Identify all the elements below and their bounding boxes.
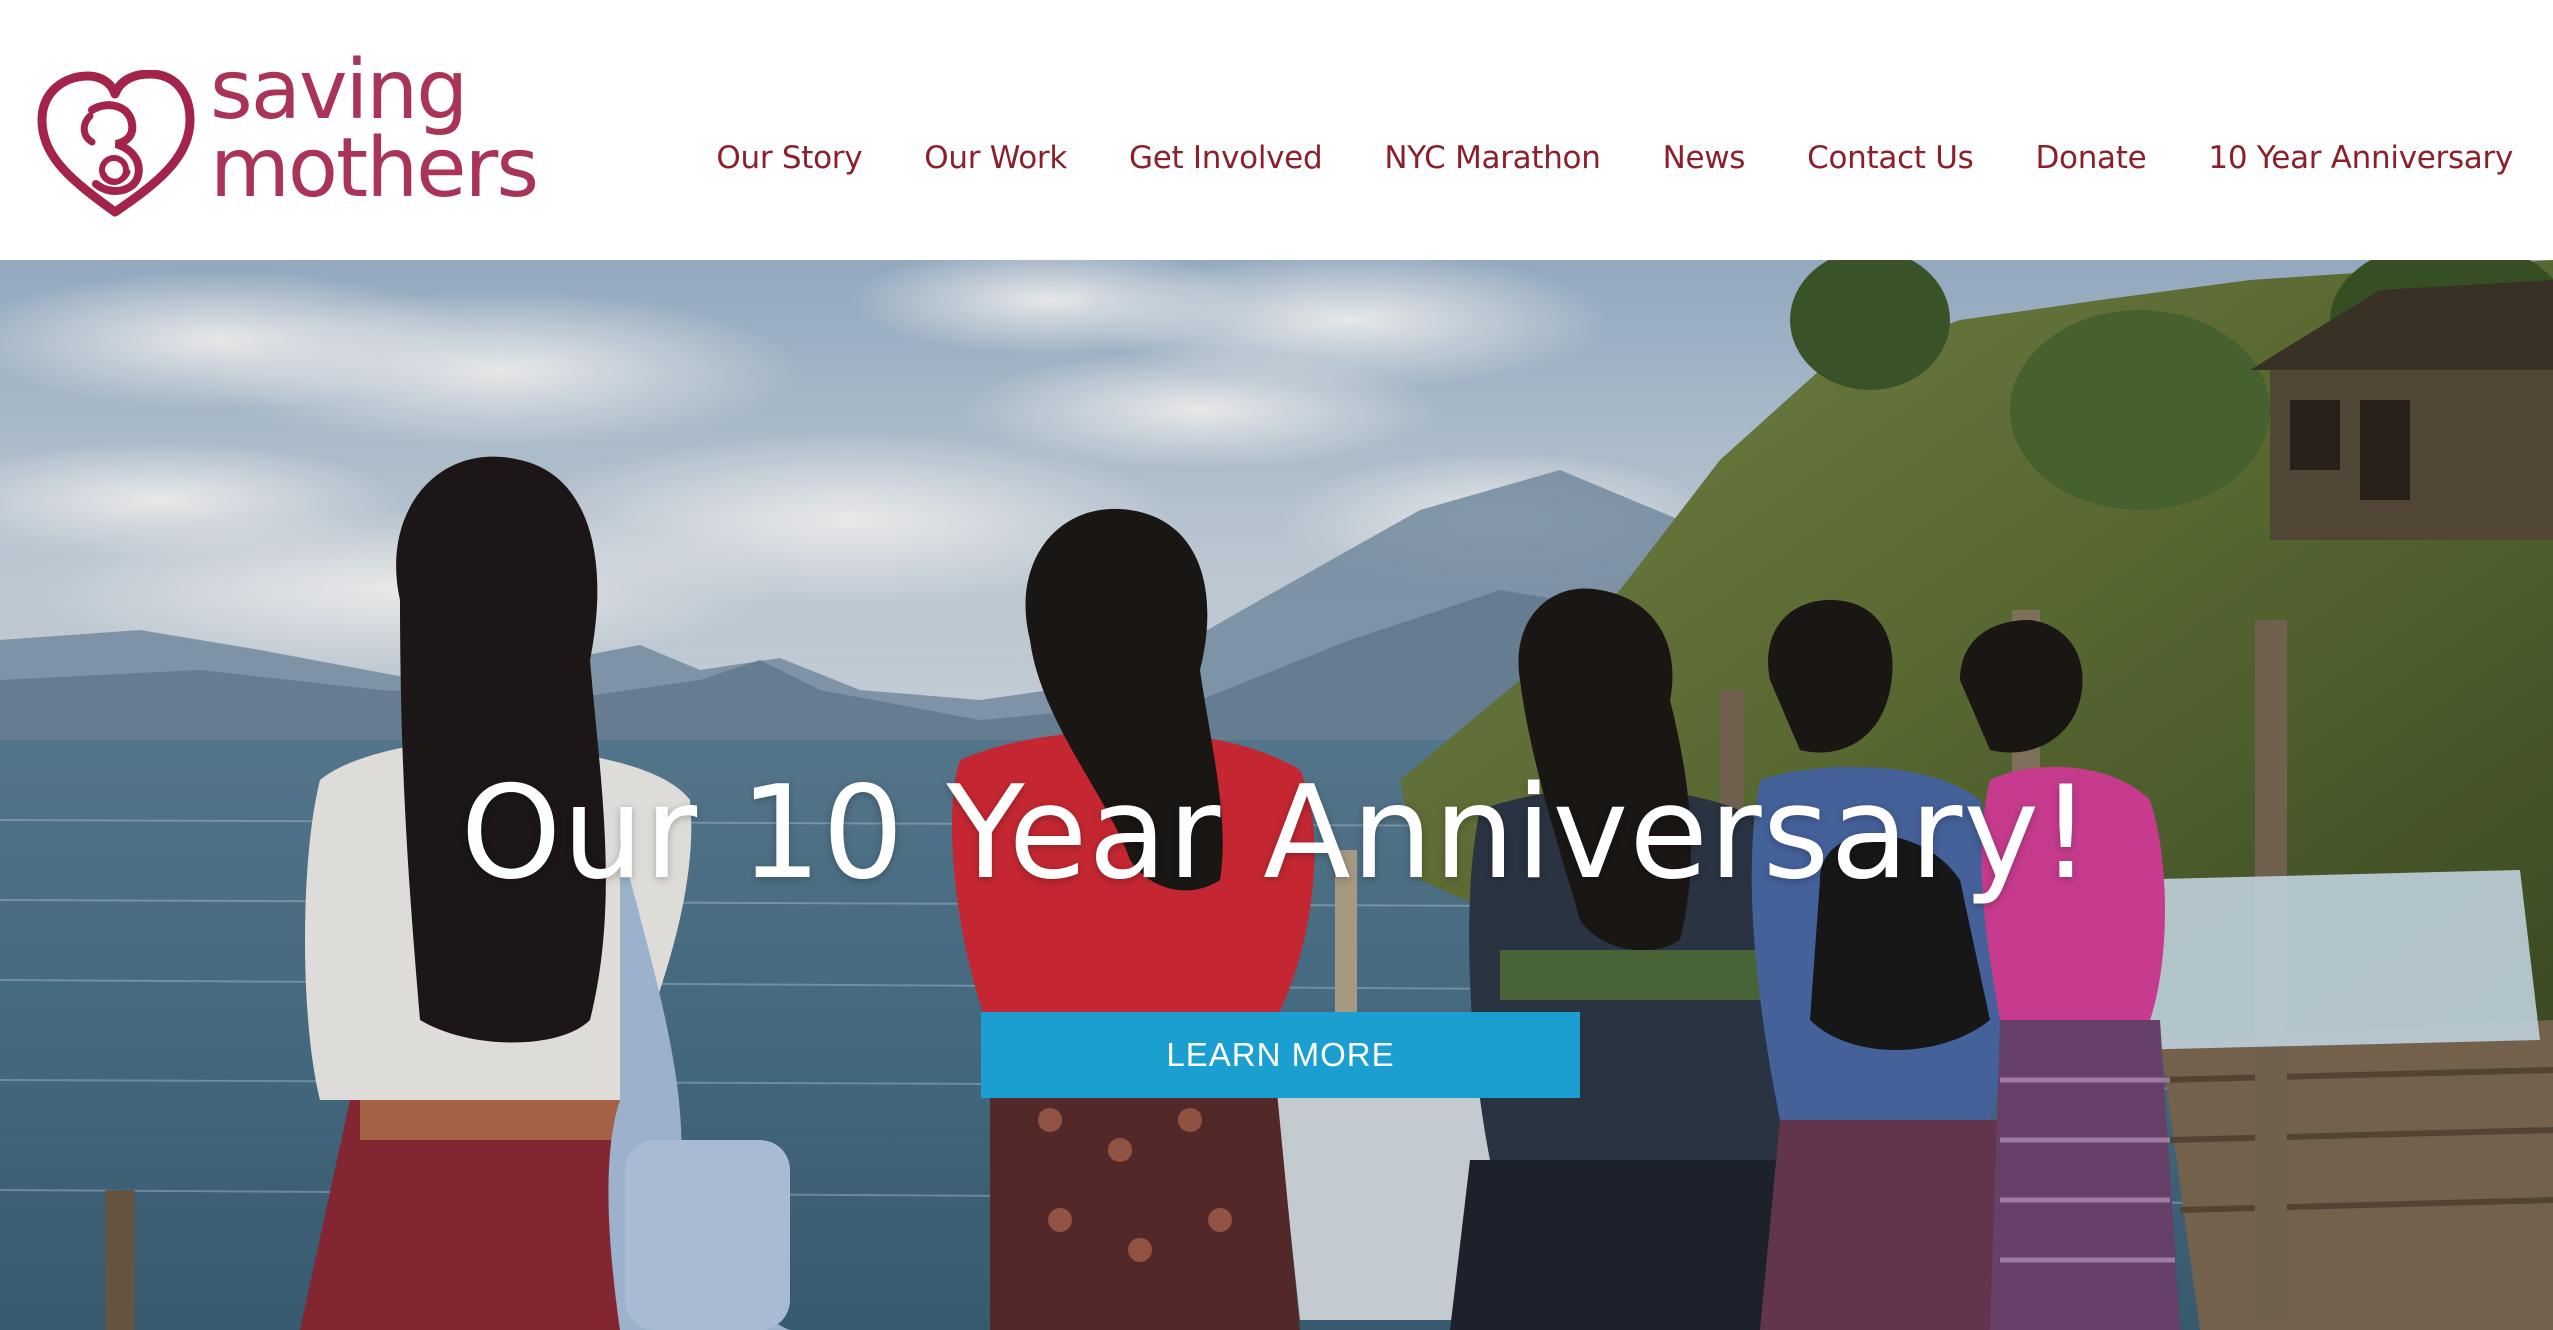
hero-banner: Our 10 Year Anniversary! LEARN MORE	[0, 260, 2553, 1330]
nav-item-our-story[interactable]: Our Story	[716, 140, 862, 176]
site-header: saving mothers Our Story Our Work Get In…	[0, 0, 2553, 260]
learn-more-button[interactable]: LEARN MORE	[981, 1012, 1580, 1098]
nav-item-get-involved[interactable]: Get Involved	[1129, 140, 1323, 176]
nav-item-10-year-anniversary[interactable]: 10 Year Anniversary	[2208, 140, 2513, 176]
page: saving mothers Our Story Our Work Get In…	[0, 0, 2553, 1330]
nav-item-news[interactable]: News	[1663, 140, 1746, 176]
brand-word-mothers: mothers	[210, 121, 539, 216]
nav-item-our-work[interactable]: Our Work	[924, 140, 1067, 176]
hero-title: Our 10 Year Anniversary!	[460, 759, 2093, 908]
nav-item-contact-us[interactable]: Contact Us	[1807, 140, 1974, 176]
heart-mother-child-icon	[37, 70, 195, 217]
brand-wordmark: saving mothers	[210, 43, 539, 216]
site-logo-link[interactable]: saving mothers	[34, 50, 544, 218]
main-nav: Our Story Our Work Get Involved NYC Mara…	[716, 140, 2513, 176]
brand-word-saving: saving	[210, 43, 468, 138]
nav-item-nyc-marathon[interactable]: NYC Marathon	[1384, 140, 1601, 176]
nav-item-donate[interactable]: Donate	[2035, 140, 2146, 176]
